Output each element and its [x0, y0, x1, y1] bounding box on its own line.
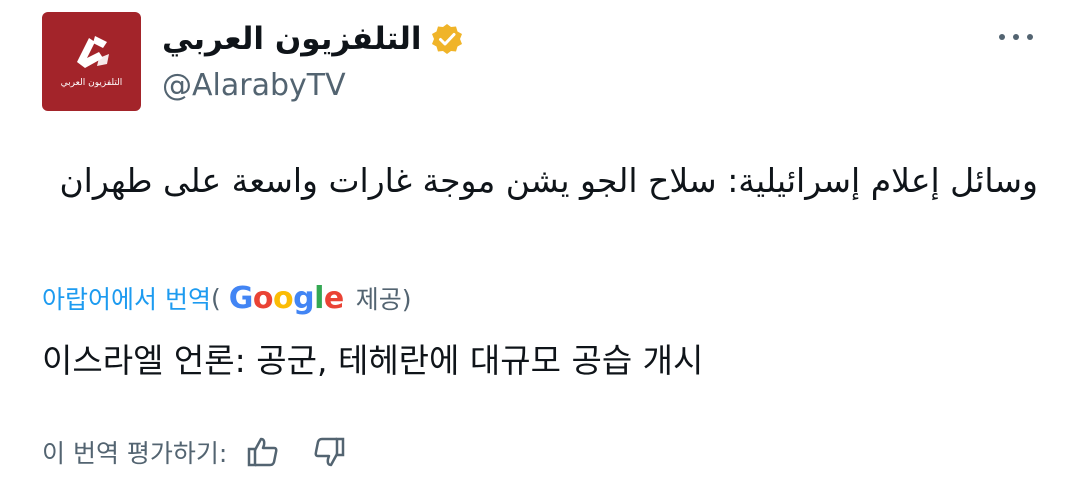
more-horizontal-icon — [999, 34, 1033, 40]
rate-translation: 이 번역 평가하기: — [42, 430, 349, 474]
thumbs-up-icon — [248, 437, 278, 467]
alaraby-logo-icon — [76, 35, 109, 68]
tweet-header: التلفزيون العربي التلفزيون العربي @Alara… — [42, 12, 1038, 112]
account-handle[interactable]: @AlarabyTV — [162, 66, 464, 106]
google-letter: g — [293, 280, 315, 316]
provided-label: 제공) — [355, 285, 412, 314]
translated-from-link[interactable]: 아랍어에서 번역 — [42, 280, 211, 316]
display-name[interactable]: التلفزيون العربي — [162, 16, 422, 62]
google-letter: o — [272, 280, 294, 316]
open-paren: ( — [210, 283, 221, 313]
more-options-button[interactable] — [994, 22, 1038, 52]
name-row: التلفزيون العربي — [162, 16, 464, 62]
translation-attribution: 아랍어에서 번역 ( Google 제공) — [42, 278, 412, 318]
rate-translation-label: 이 번역 평가하기: — [42, 439, 228, 468]
avatar[interactable]: التلفزيون العربي — [42, 12, 141, 111]
verified-badge-icon[interactable] — [430, 22, 464, 56]
google-logo: Google — [228, 280, 345, 316]
avatar-caption: التلفزيون العربي — [60, 77, 123, 88]
thumbs-down-button[interactable] — [309, 432, 349, 472]
translated-text: 이스라엘 언론: 공군, 테헤란에 대규모 공습 개시 — [42, 341, 704, 380]
tweet-view: التلفزيون العربي التلفزيون العربي @Alara… — [0, 0, 1080, 497]
google-letter: o — [252, 280, 274, 316]
thumbs-down-icon — [314, 437, 345, 467]
google-letter: e — [323, 280, 344, 316]
account-identity: التلفزيون العربي @AlarabyTV — [162, 16, 464, 106]
google-letter: G — [228, 280, 254, 316]
thumbs-up-button[interactable] — [243, 432, 283, 472]
tweet-text: وسائل إعلام إسرائيلية: سلاح الجو يشن موج… — [59, 161, 1038, 200]
google-letter: l — [314, 280, 324, 316]
